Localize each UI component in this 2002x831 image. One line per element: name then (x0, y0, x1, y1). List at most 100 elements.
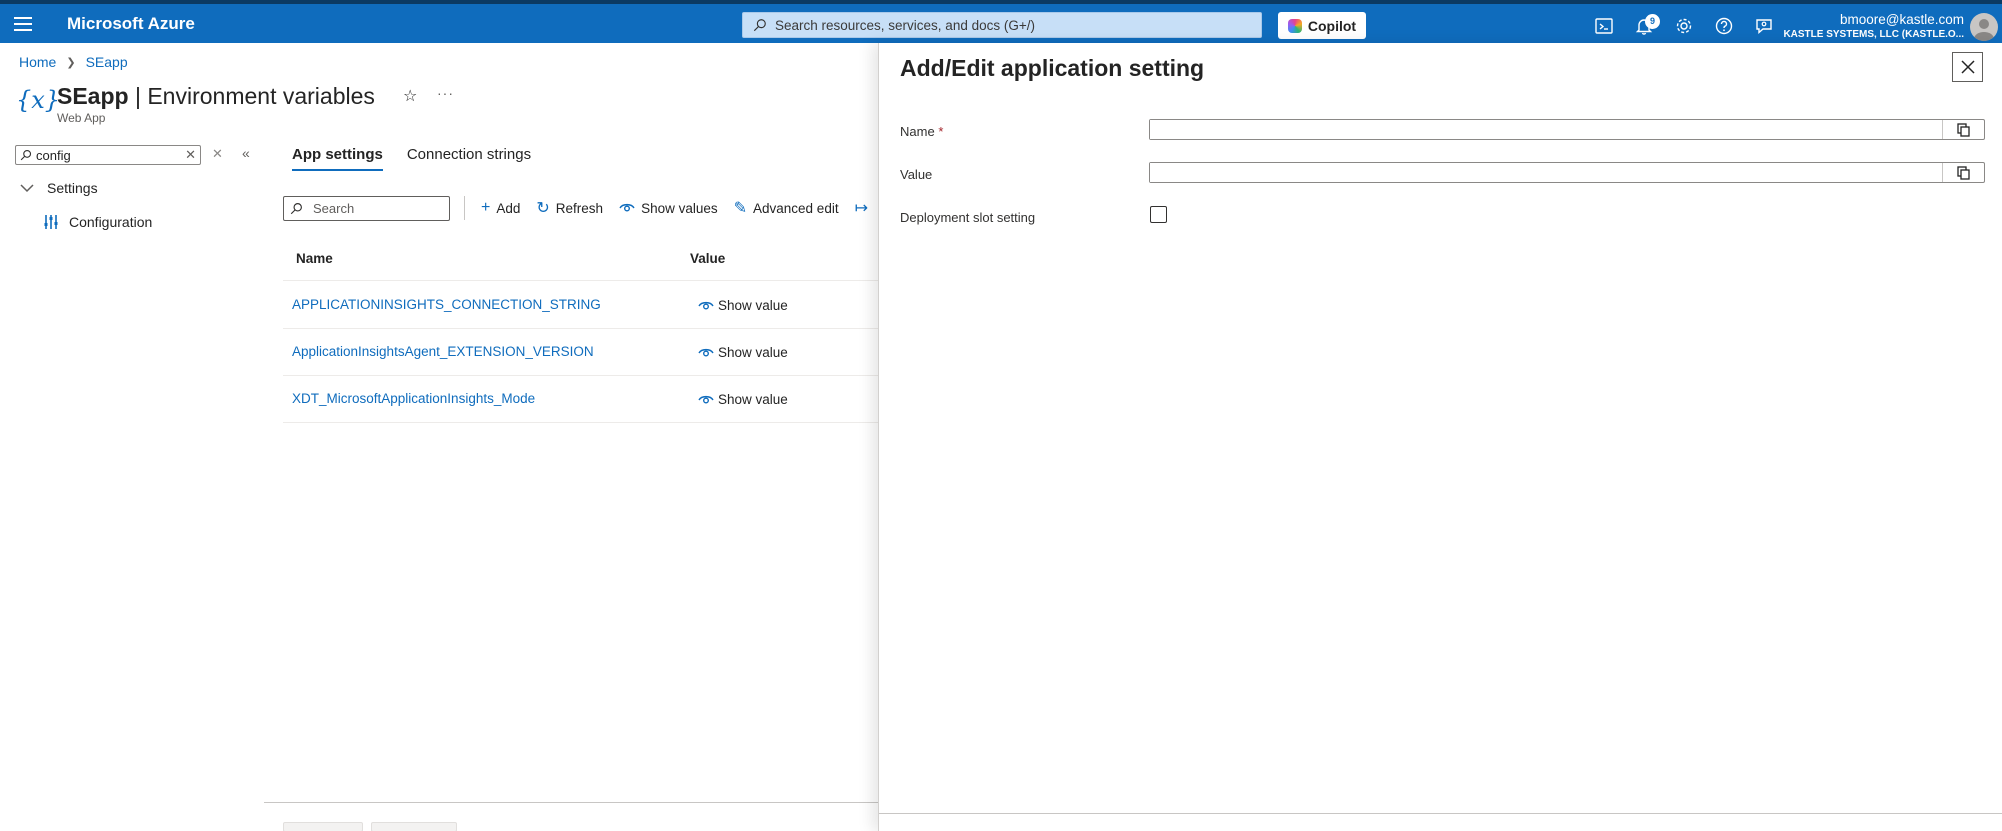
chevron-down-icon (20, 184, 34, 193)
refresh-label: Refresh (555, 200, 604, 216)
panel-footer-divider (879, 813, 2002, 814)
settings-search-input[interactable] (313, 200, 433, 216)
copy-to-clipboard-button[interactable] (1942, 120, 1984, 139)
settings-gear-icon[interactable] (1674, 16, 1694, 36)
copilot-label: Copilot (1307, 17, 1357, 34)
setting-name-link[interactable]: XDT_MicrosoftApplicationInsights_Mode (292, 391, 535, 406)
eye-icon (698, 301, 714, 309)
help-question-icon[interactable] (1714, 16, 1734, 36)
eye-icon (698, 348, 714, 356)
eye-icon (619, 203, 635, 212)
tab-app-settings[interactable]: App settings (292, 146, 383, 171)
copilot-icon (1287, 18, 1302, 33)
grid-header: Name Value (283, 243, 883, 281)
table-row: XDT_MicrosoftApplicationInsights_Mode Sh… (283, 376, 883, 423)
breadcrumb: Home ❯ SEapp (19, 54, 128, 70)
column-header-name[interactable]: Name (296, 251, 333, 266)
blade-name: Environment variables (147, 83, 375, 109)
arrow-right-bar-icon: ↦ (854, 200, 868, 217)
account-menu[interactable]: bmoore@kastle.com KASTLE SYSTEMS, LLC (K… (1783, 12, 1964, 40)
sidebar-group-settings[interactable]: Settings (20, 180, 98, 196)
required-marker: * (938, 124, 944, 139)
configuration-sliders-icon (44, 215, 58, 229)
close-panel-button[interactable] (1952, 52, 1983, 82)
settings-search-box[interactable] (283, 195, 450, 221)
hamburger-menu-icon[interactable] (14, 17, 32, 31)
user-avatar-icon (1974, 19, 1994, 41)
copilot-button[interactable]: Copilot (1278, 12, 1366, 39)
move-to-slot-button[interactable]: ↦ (855, 198, 874, 218)
show-values-button[interactable]: Show values (619, 201, 718, 216)
search-icon (290, 202, 302, 214)
column-header-value[interactable]: Value (690, 251, 725, 266)
chevron-right-icon: ❯ (66, 56, 76, 69)
show-value-label: Show value (718, 392, 788, 407)
name-field (1149, 119, 1985, 140)
global-search-input[interactable] (775, 17, 1255, 33)
apply-button[interactable] (283, 822, 363, 831)
breadcrumb-resource[interactable]: SEapp (86, 54, 128, 70)
sidebar-item-configuration[interactable]: Configuration (43, 214, 152, 230)
copy-to-clipboard-button[interactable] (1942, 163, 1984, 182)
eye-icon (698, 395, 714, 403)
menu-filter-input[interactable] (36, 147, 176, 163)
cloud-shell-icon[interactable] (1594, 16, 1614, 36)
user-organization: KASTLE SYSTEMS, LLC (KASTLE.O... (1783, 29, 1964, 40)
table-row: ApplicationInsightsAgent_EXTENSION_VERSI… (283, 329, 883, 376)
show-value-button[interactable]: Show value (698, 298, 788, 313)
show-value-label: Show value (718, 345, 788, 360)
footer-divider (264, 802, 884, 803)
feedback-icon[interactable] (1754, 16, 1774, 36)
global-search-box[interactable] (742, 12, 1262, 38)
name-input[interactable] (1150, 120, 1940, 139)
refresh-icon: ↻ (536, 200, 550, 217)
title-separator: | (128, 83, 148, 109)
copy-icon (1957, 165, 1970, 180)
add-button[interactable]: + Add (481, 199, 520, 217)
portal-brand[interactable]: Microsoft Azure (67, 14, 195, 34)
discard-button[interactable] (371, 822, 457, 831)
environment-variables-icon: {x} (16, 86, 61, 114)
deployment-slot-checkbox[interactable] (1150, 206, 1167, 223)
show-value-button[interactable]: Show value (698, 392, 788, 407)
search-icon (753, 19, 766, 32)
close-icon (1960, 60, 1975, 74)
avatar[interactable] (1970, 13, 1998, 41)
clear-filter-icon[interactable]: ✕ (185, 147, 196, 163)
add-edit-setting-panel: Add/Edit application setting Name * Valu… (878, 43, 2002, 831)
show-value-button[interactable]: Show value (698, 345, 788, 360)
sidebar-item-label: Configuration (69, 214, 153, 230)
command-bar: + Add ↻ Refresh Show values ✎ Advanced edit… (283, 194, 890, 222)
toolbar-divider (464, 196, 465, 220)
close-icon[interactable]: ✕ (212, 146, 223, 162)
tab-connection-strings[interactable]: Connection strings (407, 146, 531, 171)
copy-icon (1957, 122, 1970, 137)
breadcrumb-home[interactable]: Home (19, 54, 56, 70)
top-bar: Microsoft Azure Copilot 9 bmoore@kastle.… (0, 0, 2002, 43)
show-values-label: Show values (641, 200, 718, 216)
slot-setting-label: Deployment slot setting (900, 210, 1036, 225)
resource-name: SEapp (57, 83, 129, 109)
tab-strip: App settings Connection strings (292, 146, 555, 171)
refresh-button[interactable]: ↻ Refresh (536, 198, 603, 218)
pencil-icon: ✎ (733, 200, 748, 217)
collapse-menu-icon[interactable]: « (242, 145, 250, 161)
search-icon (20, 149, 32, 161)
menu-filter-box[interactable]: ✕ (15, 145, 201, 165)
advanced-edit-button[interactable]: ✎ Advanced edit (734, 198, 839, 218)
setting-name-link[interactable]: APPLICATIONINSIGHTS_CONNECTION_STRING (292, 297, 601, 312)
add-label: Add (496, 200, 521, 216)
more-options-button[interactable]: ··· (437, 85, 454, 101)
value-input[interactable] (1150, 163, 1940, 182)
favorite-star-icon[interactable]: ☆ (403, 86, 417, 106)
name-label-text: Name (900, 124, 935, 139)
panel-title: Add/Edit application setting (900, 55, 1205, 81)
show-value-label: Show value (718, 298, 788, 313)
advanced-edit-label: Advanced edit (753, 200, 839, 216)
name-field-label: Name * (900, 124, 943, 139)
page-title: SEapp | Environment variables (57, 83, 375, 110)
value-field (1149, 162, 1985, 183)
plus-icon: + (481, 199, 491, 216)
setting-name-link[interactable]: ApplicationInsightsAgent_EXTENSION_VERSI… (292, 344, 594, 359)
value-field-label: Value (900, 167, 933, 182)
